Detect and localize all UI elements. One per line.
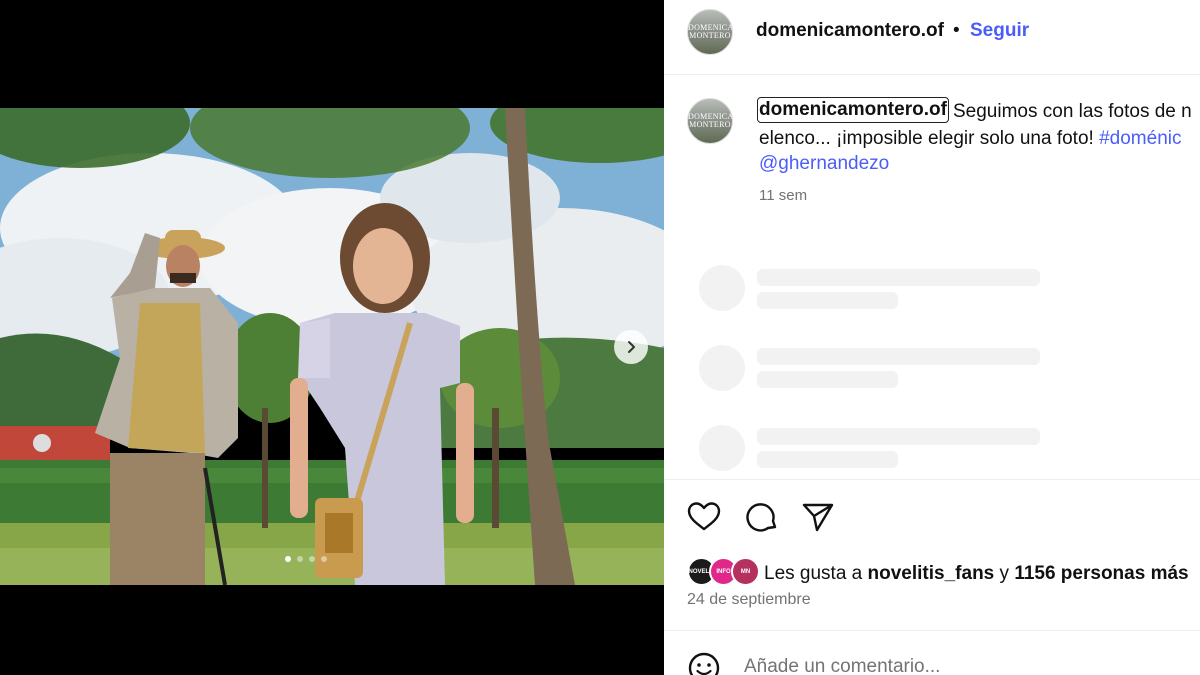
carousel-dot[interactable] (309, 556, 315, 562)
divider (664, 630, 1200, 631)
avatar[interactable]: DOMENICA MONTERO (687, 9, 733, 55)
comment-button[interactable] (744, 499, 780, 535)
caption-text-line1: Seguimos con las fotos de n (953, 101, 1192, 122)
like-button[interactable] (686, 499, 722, 535)
carousel-dot[interactable] (321, 556, 327, 562)
likes-summary: Les gusta a novelitis_fans y 1156 person… (764, 563, 1189, 585)
follow-button[interactable]: Seguir (970, 20, 1029, 42)
author-username[interactable]: domenicamontero.of (756, 20, 944, 42)
header-separator: • (953, 20, 960, 41)
chevron-right-icon (628, 341, 635, 353)
caption-text-line2: elenco... ¡imposible elegir solo una fot… (759, 128, 1181, 150)
skeleton-avatar (699, 265, 745, 311)
liker-avatar-label: INFO (716, 568, 731, 575)
emoji-button[interactable] (686, 650, 722, 675)
carousel-next-button[interactable] (614, 330, 648, 364)
skeleton-line (757, 269, 1040, 286)
liker-avatar: MN (731, 557, 760, 586)
carousel-dot[interactable] (285, 556, 291, 562)
caption-text: elenco... ¡imposible elegir solo una fot… (759, 128, 1100, 149)
caption-avatar[interactable]: DOMENICA MONTERO (687, 98, 733, 144)
share-button[interactable] (800, 499, 836, 535)
caption-timestamp[interactable]: 11 sem (759, 187, 807, 204)
avatar-logo-text: DOMENICA MONTERO (688, 23, 733, 40)
skeleton-line (757, 348, 1040, 365)
post-photo[interactable] (0, 108, 664, 585)
likes-prefix: Les gusta a (764, 563, 868, 584)
liker-avatar-label: MN (740, 568, 751, 575)
heart-icon (687, 502, 721, 531)
post-date[interactable]: 24 de septiembre (687, 591, 811, 609)
avatar-logo-text: DOMENICA MONTERO (688, 112, 733, 129)
likes-user-link[interactable]: novelitis_fans (868, 563, 995, 584)
skeleton-line (757, 428, 1040, 445)
caption-mention[interactable]: @ghernandezo (759, 153, 889, 174)
post-details-panel: DOMENICA MONTERO domenicamontero.of • Se… (664, 0, 1200, 675)
carousel-dot[interactable] (297, 556, 303, 562)
caption-text-line3: @ghernandezo (759, 153, 889, 175)
skeleton-avatar (699, 345, 745, 391)
post-header: DOMENICA MONTERO domenicamontero.of • Se… (664, 0, 1200, 75)
carousel-dots (0, 556, 638, 562)
comment-input[interactable] (744, 656, 1144, 675)
send-icon (802, 503, 834, 532)
likes-count-link[interactable]: 1156 personas más (1014, 563, 1188, 584)
skeleton-line (757, 292, 898, 309)
divider (664, 479, 1200, 480)
caption-hashtag[interactable]: #doménic (1099, 128, 1181, 149)
smiley-icon (688, 652, 720, 675)
likes-middle: y (994, 563, 1015, 584)
caption-username[interactable]: domenicamontero.of (757, 97, 949, 123)
photo-illustration (0, 108, 664, 585)
liked-by-avatars[interactable]: NOVELIT INFO MN (687, 557, 761, 587)
skeleton-line (757, 451, 898, 468)
skeleton-avatar (699, 425, 745, 471)
post-media-panel (0, 0, 664, 675)
comment-icon (746, 503, 777, 532)
skeleton-line (757, 371, 898, 388)
